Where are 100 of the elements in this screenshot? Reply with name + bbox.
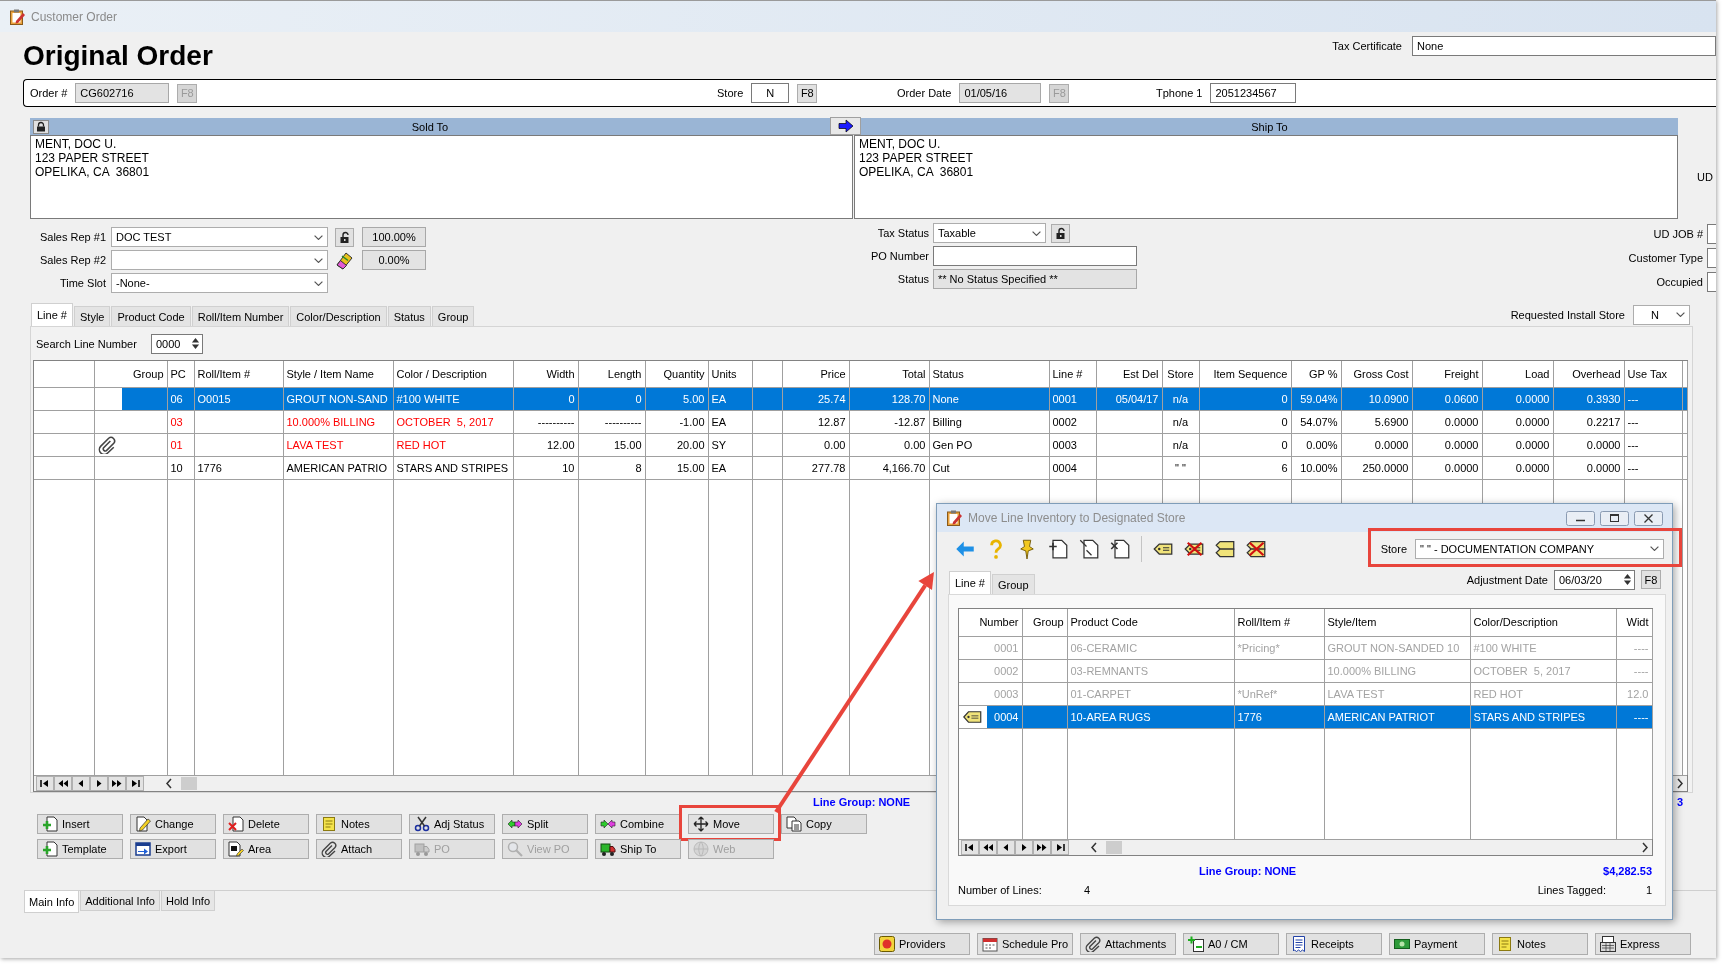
ship-to-button[interactable]: Ship To xyxy=(595,839,681,859)
tab[interactable]: Style xyxy=(74,306,111,326)
tags-x-icon[interactable] xyxy=(1246,538,1266,559)
split-button[interactable]: Split xyxy=(502,814,588,834)
column-header[interactable]: Number xyxy=(959,609,1022,636)
column-header[interactable]: Color/Description xyxy=(1470,609,1616,636)
template-button[interactable]: Template xyxy=(37,839,123,859)
export-button[interactable]: Export xyxy=(130,839,216,859)
column-header[interactable]: Width xyxy=(513,361,578,387)
adj-status-button[interactable]: Adj Status xyxy=(409,814,495,834)
column-header[interactable]: Use Tax xyxy=(1624,361,1682,387)
tags-icon[interactable] xyxy=(1215,538,1235,559)
pin-icon[interactable] xyxy=(1017,538,1037,559)
scrollbar-thumb[interactable] xyxy=(1106,841,1122,854)
next-page-icon[interactable] xyxy=(108,776,126,791)
column-header[interactable]: Quantity xyxy=(645,361,708,387)
next-page-icon[interactable] xyxy=(1033,840,1051,855)
previous-page-icon[interactable] xyxy=(54,776,72,791)
grid-row[interactable]: 0004 10-AREA RUGS 1776 AMERICAN PATRIOT STARS AND STRIPES ---- xyxy=(959,705,1652,728)
area-button[interactable]: Area xyxy=(223,839,309,859)
po-number-field[interactable] xyxy=(933,246,1137,266)
tab[interactable]: Line # xyxy=(31,303,73,326)
next-icon[interactable] xyxy=(90,776,108,791)
grid-row[interactable]: 06 O0015 GROUT NON-SAND #100 WHITE 0 0 5.00 EA 25.74 128.70 None 0001 05/04/17 n/a 0 59.04% 10.0900 0.0600 0.0000 0.3930 --- xyxy=(34,387,1687,410)
column-header[interactable]: Gross Cost xyxy=(1341,361,1412,387)
column-header[interactable]: Roll/Item # xyxy=(194,361,283,387)
time-slot-select[interactable]: -None- xyxy=(111,273,328,293)
previous-icon[interactable] xyxy=(72,776,90,791)
tax-status-select[interactable]: Taxable xyxy=(933,223,1046,243)
tab[interactable]: Main Info xyxy=(24,891,80,913)
scrollbar-thumb[interactable] xyxy=(181,777,197,790)
column-header[interactable]: Color / Description xyxy=(393,361,513,387)
column-header[interactable]: Product Code xyxy=(1067,609,1234,636)
percent-field[interactable]: 0.00% xyxy=(362,250,426,270)
column-header[interactable]: Price xyxy=(782,361,849,387)
tax-certificate-field[interactable]: None xyxy=(1412,36,1716,56)
page-icon[interactable] xyxy=(1079,538,1099,559)
address-box[interactable]: MENT, DOC U. 123 PAPER STREET OPELIKA, CA 36801 xyxy=(854,135,1678,219)
column-header[interactable]: Freight xyxy=(1412,361,1482,387)
column-header[interactable]: Widt xyxy=(1616,609,1652,636)
move-button[interactable]: Move xyxy=(688,814,774,834)
column-header[interactable]: Total xyxy=(849,361,929,387)
spinner-icon[interactable] xyxy=(190,336,200,351)
arrow-right-icon[interactable] xyxy=(830,117,861,135)
tab[interactable]: Roll/Item Number xyxy=(191,306,290,326)
date-field[interactable]: 06/03/20 xyxy=(1554,569,1635,590)
first-record-icon[interactable] xyxy=(961,840,979,855)
copy-button[interactable]: Copy xyxy=(781,814,867,834)
address-box[interactable]: MENT, DOC U. 123 PAPER STREET OPELIKA, CA 36801 xyxy=(30,135,853,219)
tab[interactable]: Status xyxy=(387,306,431,326)
attach-button[interactable]: Attach xyxy=(316,839,402,859)
notes-button[interactable]: Notes xyxy=(1492,933,1588,955)
column-header[interactable]: Est Del xyxy=(1096,361,1162,387)
first-record-icon[interactable] xyxy=(36,776,54,791)
next-icon[interactable] xyxy=(1015,840,1033,855)
column-header[interactable]: Overhead xyxy=(1553,361,1624,387)
tab[interactable]: Product Code xyxy=(111,306,191,326)
express-button[interactable]: Express xyxy=(1595,933,1691,955)
payment-button[interactable]: Payment xyxy=(1389,933,1485,955)
store-select[interactable]: " " - DOCUMENTATION COMPANY xyxy=(1415,538,1664,559)
column-header[interactable]: Style / Item Name xyxy=(283,361,393,387)
previous-icon[interactable] xyxy=(997,840,1015,855)
eraser-icon[interactable] xyxy=(335,250,354,270)
text-field[interactable] xyxy=(1707,272,1716,292)
receipts-button[interactable]: Receipts xyxy=(1286,933,1382,955)
percent-field[interactable]: 100.00% xyxy=(362,227,426,247)
attachments-button[interactable]: Attachments xyxy=(1080,933,1176,955)
phone-field[interactable]: 2051234567 xyxy=(1210,83,1297,103)
tab[interactable]: Group xyxy=(992,574,1035,594)
last-record-icon[interactable] xyxy=(126,776,144,791)
lookup-button[interactable]: F8 xyxy=(797,83,818,103)
tab[interactable]: Group xyxy=(431,306,475,326)
column-header[interactable]: Roll/Item # xyxy=(1234,609,1324,636)
column-header[interactable]: Status xyxy=(929,361,1049,387)
schedule-button[interactable]: Schedule Pro xyxy=(977,933,1073,955)
lock-icon[interactable] xyxy=(1051,223,1070,243)
column-header[interactable]: GP % xyxy=(1291,361,1341,387)
column-header[interactable]: Style/Item xyxy=(1324,609,1470,636)
column-header[interactable]: PC xyxy=(167,361,194,387)
search-line-field[interactable]: 0000 xyxy=(150,333,203,354)
lookup-button[interactable]: F8 xyxy=(1641,570,1661,589)
lock-icon[interactable] xyxy=(335,227,354,247)
insert-button[interactable]: Insert xyxy=(37,814,123,834)
last-record-icon[interactable] xyxy=(1051,840,1069,855)
maximize-icon[interactable] xyxy=(1600,510,1629,526)
order-number-field[interactable]: CG602716 xyxy=(75,83,170,103)
text-field[interactable] xyxy=(1707,248,1716,268)
store-field[interactable]: N xyxy=(751,83,790,103)
column-header[interactable]: Group xyxy=(122,361,167,387)
column-header[interactable]: Length xyxy=(578,361,645,387)
install-store-select[interactable]: N xyxy=(1633,304,1690,325)
column-header[interactable]: Load xyxy=(1482,361,1553,387)
status-field[interactable]: ** No Status Specified ** xyxy=(933,269,1137,289)
tab[interactable]: Color/Description xyxy=(290,306,387,326)
close-icon[interactable] xyxy=(1634,510,1663,526)
column-header[interactable]: Store xyxy=(1162,361,1199,387)
combine-button[interactable]: Combine xyxy=(595,814,681,834)
column-header[interactable]: Item Sequence xyxy=(1199,361,1291,387)
previous-page-icon[interactable] xyxy=(979,840,997,855)
order-date-field[interactable]: 01/05/16 xyxy=(959,83,1042,103)
